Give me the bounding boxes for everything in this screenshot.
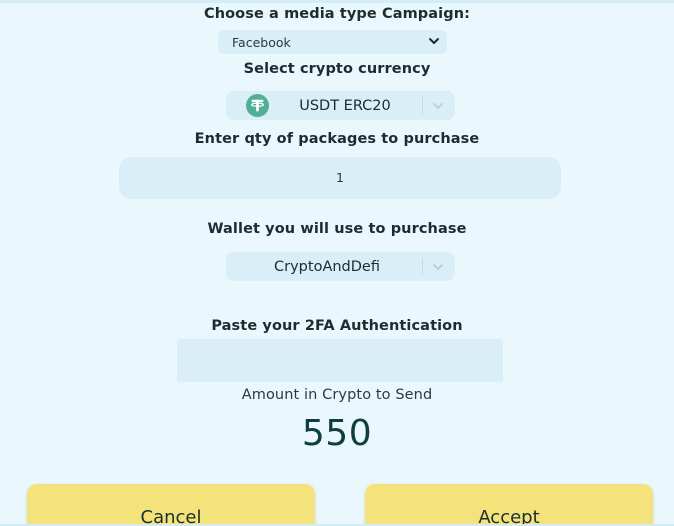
select-divider <box>422 97 423 114</box>
qty-label: Enter qty of packages to purchase <box>194 131 480 147</box>
campaign-label: Choose a media type Campaign: <box>203 6 471 22</box>
wallet-label: Wallet you will use to purchase <box>207 221 467 237</box>
chevron-down-icon <box>433 264 443 270</box>
accept-button[interactable]: Accept <box>365 484 653 526</box>
campaign-select[interactable]: Facebook <box>218 30 447 54</box>
currency-label: Select crypto currency <box>243 61 431 77</box>
purchase-form: Choose a media type Campaign: Facebook S… <box>0 0 674 526</box>
chevron-down-icon <box>433 103 443 109</box>
cancel-button[interactable]: Cancel <box>27 484 315 526</box>
currency-select-value: USDT ERC20 <box>299 97 391 114</box>
wallet-select[interactable]: CryptoAndDefi <box>226 252 455 281</box>
qty-input[interactable]: 1 <box>119 157 561 199</box>
twofa-label: Paste your 2FA Authentication <box>211 318 463 334</box>
twofa-input[interactable] <box>177 339 503 382</box>
campaign-select-value: Facebook <box>232 34 291 50</box>
select-divider <box>422 258 423 275</box>
amount-label: Amount in Crypto to Send <box>241 387 433 403</box>
wallet-select-value: CryptoAndDefi <box>274 258 380 275</box>
chevron-down-icon <box>429 38 439 44</box>
currency-select[interactable]: USDT ERC20 <box>226 91 455 120</box>
amount-value: 550 <box>301 413 373 454</box>
